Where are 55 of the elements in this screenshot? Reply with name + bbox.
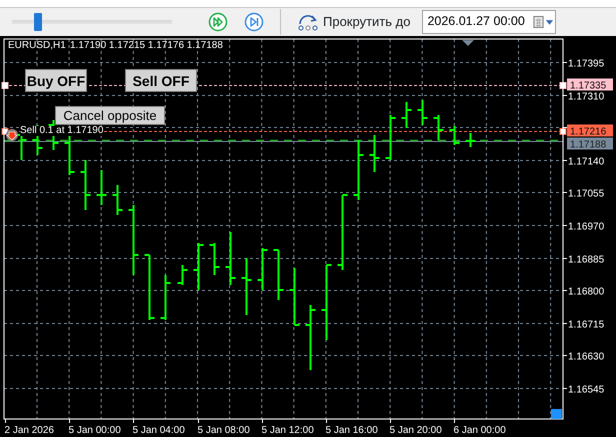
- axis-tick: [562, 62, 568, 63]
- time-label: 6 Jan 00:00: [454, 425, 506, 436]
- axis-tick: [390, 418, 391, 424]
- axis-tick: [562, 388, 568, 389]
- calendar-dropdown-icon[interactable]: [533, 14, 556, 28]
- price-label: 1.16545: [568, 384, 604, 396]
- axis-tick: [562, 323, 568, 324]
- position-label: Sell 0.1 at 1.17190: [20, 126, 104, 136]
- price-label: 1.17055: [568, 188, 604, 200]
- price-label: 1.16715: [568, 320, 604, 330]
- axis-tick: [326, 418, 327, 424]
- axis-tick: [562, 225, 568, 226]
- axis-tick: [562, 290, 568, 291]
- sell-arrow-icon: [6, 129, 18, 141]
- price-tag-label: 1.17188: [570, 140, 606, 150]
- shift-marker-icon[interactable]: [462, 40, 474, 46]
- time-label: 5 Jan 08:00: [198, 425, 250, 436]
- axis-tick: [198, 418, 199, 424]
- fast-forward-icon[interactable]: [208, 12, 228, 32]
- ohlc-values: 1.17190 1.17215 1.17176 1.17188: [70, 41, 223, 51]
- axis-tick: [262, 418, 263, 424]
- date-input[interactable]: 2026.01.27 00:00: [423, 12, 532, 31]
- time-label: 2 Jan 2026: [4, 425, 54, 436]
- time-label: 5 Jan 04:00: [132, 425, 185, 436]
- step-forward-icon[interactable]: [244, 12, 264, 32]
- axis-tick: [5, 418, 6, 424]
- price-label: 1.16630: [568, 352, 604, 362]
- scroll-to-icon[interactable]: [297, 12, 319, 30]
- time-label: 5 Jan 12:00: [262, 425, 314, 436]
- axis-tick: [562, 192, 568, 193]
- price-label: 1.17395: [568, 58, 604, 70]
- price-tag-label: 1.17335: [570, 80, 606, 92]
- axis-tick: [562, 355, 568, 356]
- date-field[interactable]: 2026.01.27 00:00: [422, 10, 556, 34]
- cancel-button[interactable]: Cancel opposite: [55, 106, 165, 125]
- axis-tick: [562, 258, 568, 259]
- price-tag-label: 1.17216: [570, 126, 606, 138]
- toggle-button[interactable]: Sell OFF: [125, 69, 197, 92]
- price-label: 1.16970: [568, 222, 604, 232]
- axis-tick: [454, 418, 455, 424]
- axis-tick: [562, 160, 568, 161]
- axis-tick: [562, 95, 568, 96]
- axis-tick: [133, 418, 134, 424]
- price-label: 1.16800: [568, 286, 604, 298]
- price-label: 1.17310: [568, 92, 604, 102]
- axis-tick: [69, 418, 70, 424]
- toggle-button[interactable]: Buy OFF: [25, 69, 87, 92]
- price-label: 1.17140: [568, 156, 604, 168]
- time-label: 5 Jan 20:00: [390, 425, 442, 436]
- slider-thumb[interactable]: [34, 12, 42, 30]
- symbol-label: EURUSD,H1: [8, 41, 66, 51]
- time-label: 5 Jan 16:00: [326, 425, 378, 436]
- scroll-to-label: Прокрутить до: [323, 12, 410, 31]
- time-label: 5 Jan 00:00: [68, 425, 121, 436]
- price-label: 1.16885: [568, 254, 604, 266]
